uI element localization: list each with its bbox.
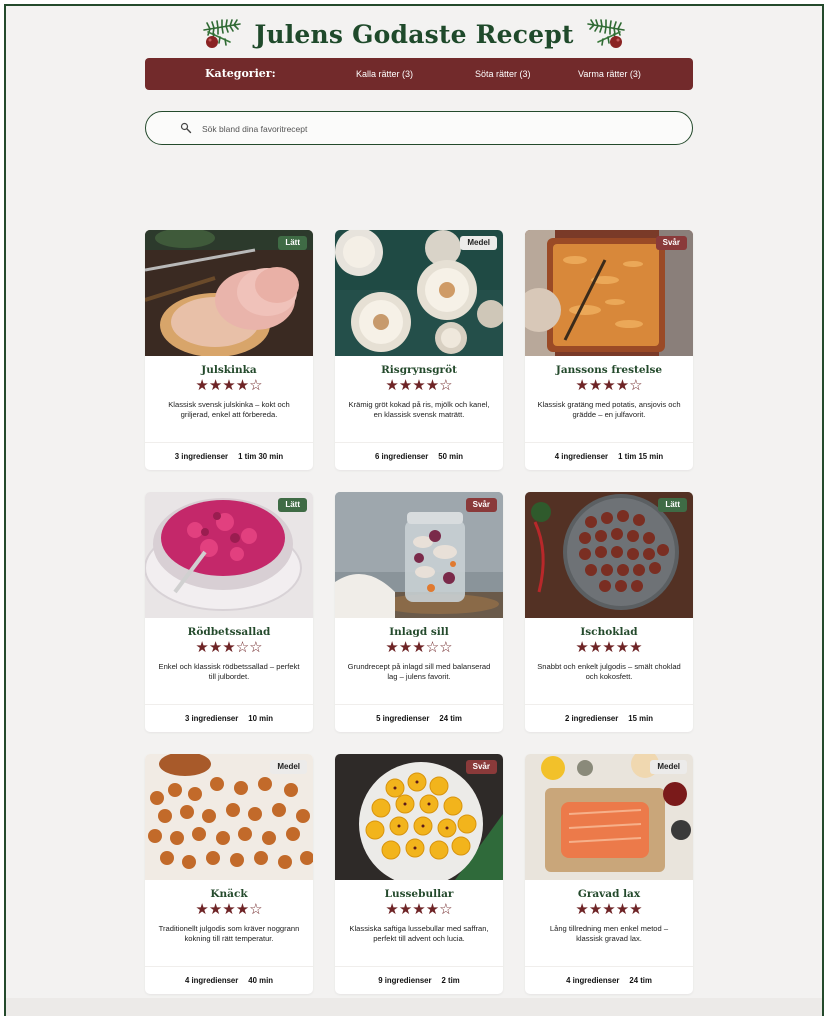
cook-time: 1 tim 30 min	[238, 452, 284, 461]
cook-time: 24 tim	[439, 714, 462, 723]
recipe-meta: 6 ingredienser 50 min	[335, 442, 503, 470]
recipe-card[interactable]: Svår Lussebullar ★★★★☆ Klassiska saftiga…	[335, 754, 503, 994]
cook-time: 15 min	[628, 714, 653, 723]
recipe-description: Klassisk svensk julskinka – kokt och gri…	[168, 400, 290, 419]
cook-time: 40 min	[248, 976, 273, 985]
difficulty-badge: Svår	[465, 760, 497, 774]
recipe-meta: 4 ingredienser 1 tim 15 min	[525, 442, 693, 470]
recipe-title[interactable]: Janssons frestelse	[525, 364, 693, 376]
ingredient-count: 4 ingredienser	[566, 976, 620, 985]
recipe-card[interactable]: Lätt Julskinka ★★★★☆ Klassisk svensk jul…	[145, 230, 313, 470]
recipe-title[interactable]: Gravad lax	[525, 888, 693, 900]
category-warm-dishes[interactable]: Varma rätter (3)	[578, 58, 641, 90]
search-bar	[145, 111, 693, 145]
bottom-strip	[6, 998, 822, 1016]
recipe-card[interactable]: Svår Janssons frestelse ★★★★☆ Klassisk g…	[525, 230, 693, 470]
recipe-meta: 5 ingredienser 24 tim	[335, 704, 503, 732]
cook-time: 50 min	[438, 452, 463, 461]
category-label: Kategorier:	[205, 67, 276, 80]
recipe-description: Krämig gröt kokad på ris, mjölk och kane…	[348, 400, 490, 419]
star-rating: ★★★★☆	[385, 377, 453, 394]
difficulty-badge: Svår	[465, 498, 497, 512]
recipe-title[interactable]: Rödbetssallad	[145, 626, 313, 638]
cook-time: 10 min	[248, 714, 273, 723]
recipe-description: Enkel och klassisk rödbetssallad – perfe…	[158, 662, 300, 681]
star-rating: ★★★★☆	[195, 377, 263, 394]
ingredient-count: 4 ingredienser	[554, 452, 609, 461]
category-bar: Kategorier: Kalla rätter (3) Söta rätter…	[145, 58, 693, 90]
recipe-meta: 4 ingredienser 24 tim	[525, 966, 693, 994]
recipe-description: Grundrecept på inlagd sill med balansera…	[347, 662, 491, 681]
star-rating: ★★★★☆	[195, 901, 263, 918]
star-rating: ★★★☆☆	[195, 639, 263, 656]
star-rating: ★★★★☆	[385, 901, 453, 918]
recipe-card[interactable]: Medel Risgrynsgröt ★★★★☆ Krämig gröt kok…	[335, 230, 503, 470]
recipe-title[interactable]: Risgrynsgröt	[335, 364, 503, 376]
difficulty-badge: Svår	[655, 236, 687, 250]
page-header: Julens Godaste Recept	[4, 14, 824, 54]
difficulty-badge: Medel	[270, 760, 307, 774]
recipe-card[interactable]: Medel Knäck ★★★★☆ Traditionellt julgodis…	[145, 754, 313, 994]
ingredient-count: 6 ingredienser	[374, 452, 429, 461]
ingredient-count: 3 ingredienser	[174, 452, 229, 461]
recipe-card[interactable]: Medel Gravad lax ★★★★★ Lång tillredning …	[525, 754, 693, 994]
ingredient-count: 5 ingredienser	[376, 714, 430, 723]
recipe-meta: 4 ingredienser 40 min	[145, 966, 313, 994]
recipe-card[interactable]: Svår Inlagd sill ★★★☆☆ Grundrecept på in…	[335, 492, 503, 732]
recipe-description: Klassiska saftiga lussebullar med saffra…	[349, 924, 489, 943]
recipe-title[interactable]: Knäck	[145, 888, 313, 900]
recipe-meta: 9 ingredienser 2 tim	[335, 966, 503, 994]
ingredient-count: 3 ingredienser	[184, 714, 239, 723]
difficulty-badge: Medel	[460, 236, 497, 250]
ingredient-count: 2 ingredienser	[564, 714, 619, 723]
star-rating: ★★★★★	[575, 901, 643, 918]
difficulty-badge: Medel	[650, 760, 687, 774]
ingredient-count: 4 ingredienser	[184, 976, 239, 985]
ingredient-count: 9 ingredienser	[378, 976, 432, 985]
recipe-title[interactable]: Julskinka	[145, 364, 313, 376]
search-input[interactable]	[202, 118, 662, 140]
star-rating: ★★★★☆	[575, 377, 643, 394]
cook-time: 24 tim	[629, 976, 652, 985]
recipe-description: Lång tillredning men enkel metod – klass…	[549, 924, 669, 943]
cook-time: 1 tim 15 min	[618, 452, 664, 461]
cook-time: 2 tim	[441, 976, 460, 985]
category-cold-dishes[interactable]: Kalla rätter (3)	[356, 58, 413, 90]
recipe-card[interactable]: Lätt Rödbetssallad ★★★☆☆ Enkel och klass…	[145, 492, 313, 732]
recipe-meta: 3 ingredienser 1 tim 30 min	[145, 442, 313, 470]
recipe-description: Traditionellt julgodis som kräver noggra…	[158, 924, 300, 943]
search-icon	[180, 122, 192, 134]
star-rating: ★★★★★	[575, 639, 643, 656]
recipe-meta: 3 ingredienser 10 min	[145, 704, 313, 732]
category-sweet-dishes[interactable]: Söta rätter (3)	[475, 58, 531, 90]
recipe-description: Snabbt och enkelt julgodis – smält chokl…	[537, 662, 681, 681]
recipe-title[interactable]: Ischoklad	[525, 626, 693, 638]
recipe-title[interactable]: Lussebullar	[335, 888, 503, 900]
difficulty-badge: Lätt	[278, 498, 307, 512]
star-rating: ★★★☆☆	[385, 639, 453, 656]
recipe-title[interactable]: Inlagd sill	[335, 626, 503, 638]
fir-branch-ornament-icon	[586, 19, 625, 48]
recipe-description: Klassisk gratäng med potatis, ansjovis o…	[537, 400, 681, 419]
page-title: Julens Godaste Recept	[254, 19, 574, 49]
difficulty-badge: Lätt	[278, 236, 307, 250]
fir-branch-ornament-icon	[203, 19, 242, 48]
recipe-meta: 2 ingredienser 15 min	[525, 704, 693, 732]
difficulty-badge: Lätt	[658, 498, 687, 512]
recipe-card[interactable]: Lätt Ischoklad ★★★★★ Snabbt och enkelt j…	[525, 492, 693, 732]
